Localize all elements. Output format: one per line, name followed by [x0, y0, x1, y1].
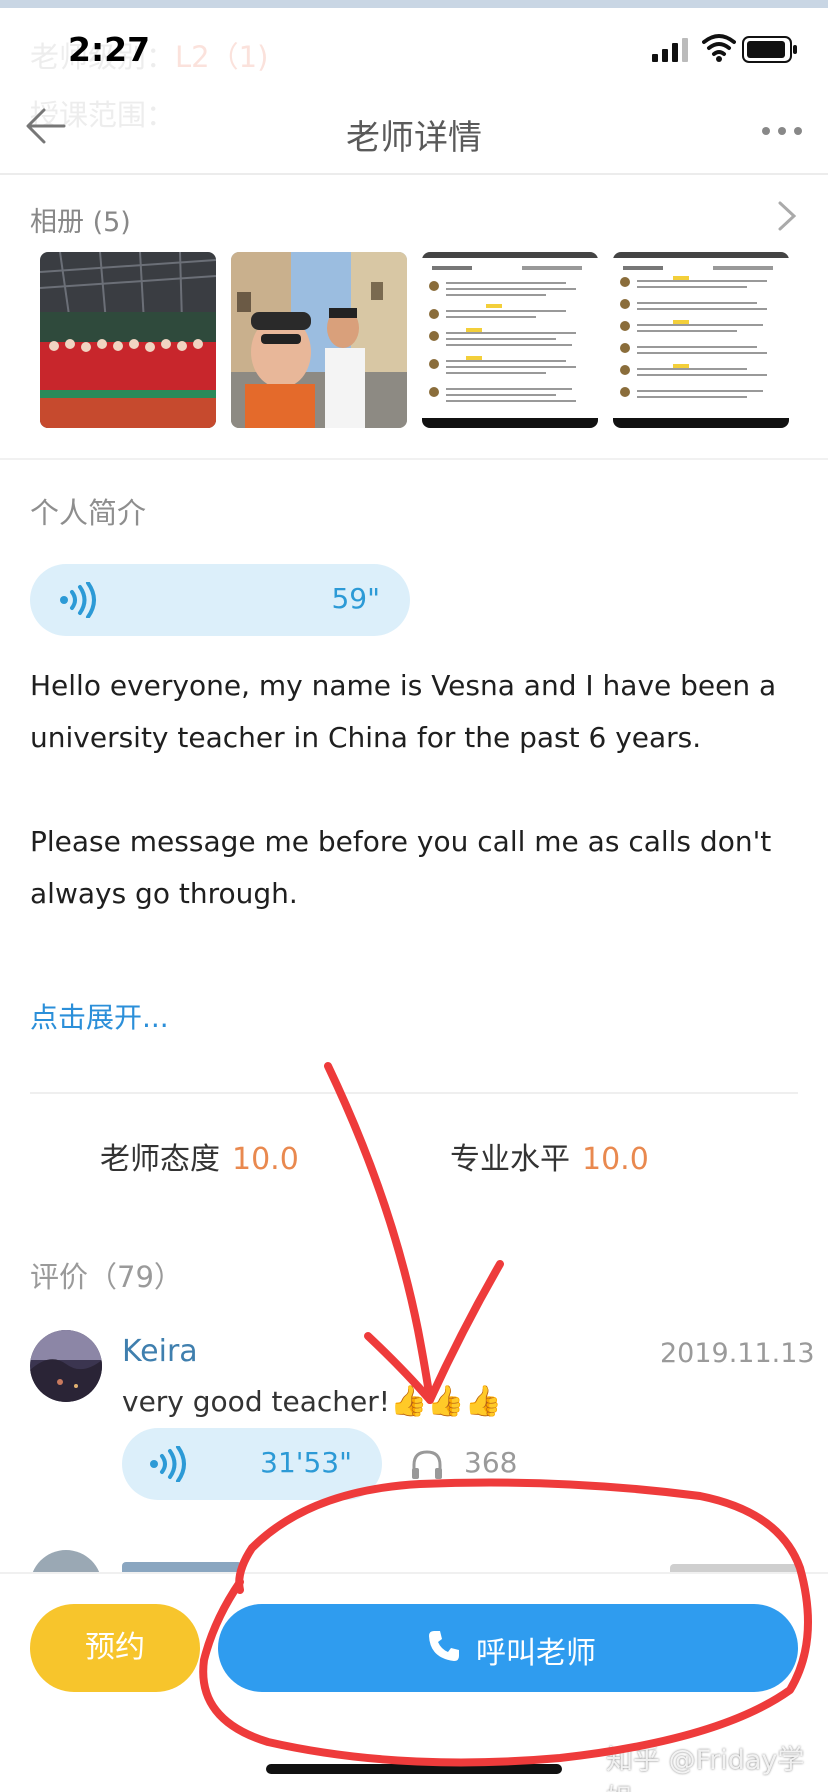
call-teacher-button[interactable]: 呼叫老师 — [218, 1604, 798, 1692]
skill-score: 10.0 — [582, 1142, 649, 1177]
phone-icon — [429, 1631, 459, 1661]
attitude-score: 10.0 — [232, 1142, 299, 1177]
review-voice-player[interactable]: 31'53" — [122, 1428, 382, 1500]
home-indicator[interactable] — [266, 1764, 562, 1774]
thumbs-up-emoji: 👍👍👍 — [389, 1384, 503, 1419]
album-photo[interactable] — [422, 252, 598, 428]
avatar[interactable] — [30, 1330, 102, 1402]
reviewer-name: Keira — [122, 1334, 198, 1369]
review-date: 2019.11.13 — [660, 1338, 815, 1369]
review-text: very good teacher!👍👍👍 — [122, 1384, 503, 1419]
intro-title: 个人简介 — [30, 496, 147, 530]
status-time: 2:27 — [68, 30, 151, 69]
expand-link[interactable]: 点击展开... — [30, 996, 169, 1036]
nav-divider — [0, 173, 828, 175]
section-divider — [30, 1092, 798, 1094]
watermark: 知乎 @Friday学姐 — [606, 1745, 805, 1792]
reviews-title[interactable]: 评价（79） — [30, 1254, 183, 1296]
section-divider — [0, 458, 828, 460]
album-photo[interactable] — [40, 252, 216, 428]
album-title[interactable]: 相册 (5) — [30, 200, 131, 239]
cellular-signal-icon — [652, 38, 688, 62]
bio-paragraph: Hello everyone, my name is Vesna and I h… — [30, 669, 777, 754]
voice-duration: 31'53" — [260, 1446, 352, 1479]
battery-icon — [742, 36, 797, 63]
call-teacher-label: 呼叫老师 — [476, 1636, 596, 1671]
skill-rating: 专业水平 10.0 — [450, 1142, 649, 1177]
voice-duration: 59" — [331, 582, 380, 615]
sound-wave-icon — [60, 582, 96, 618]
headphones-icon — [412, 1450, 442, 1479]
book-button[interactable]: 预约 — [30, 1604, 200, 1692]
bio-paragraph: Please message me before you call me as … — [30, 825, 772, 910]
attitude-rating: 老师态度 10.0 — [100, 1142, 299, 1177]
top-band — [0, 0, 828, 8]
intro-voice-player[interactable]: 59" — [30, 564, 410, 636]
sound-wave-icon — [150, 1446, 186, 1482]
more-icon[interactable] — [760, 124, 804, 138]
wifi-icon — [702, 34, 736, 62]
album-photo[interactable] — [231, 252, 407, 428]
page-title: 老师详情 — [346, 118, 482, 158]
album-photo[interactable] — [613, 252, 789, 428]
chevron-right-icon[interactable] — [776, 200, 798, 232]
listen-count: 368 — [464, 1446, 518, 1479]
